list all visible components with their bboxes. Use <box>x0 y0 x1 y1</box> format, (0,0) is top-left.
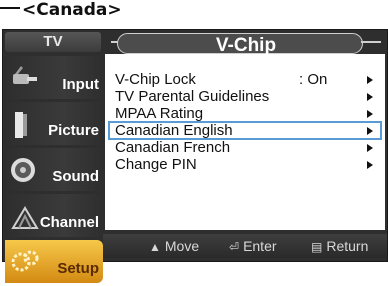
move-hint: ▲︎ Move <box>149 238 200 254</box>
nav-item-label: Sound <box>52 168 99 185</box>
menu-item-mpaa-rating[interactable]: MPAA Rating <box>109 105 381 122</box>
menu-item-label: Canadian French <box>115 139 231 156</box>
menu-item-vchip-lock[interactable]: V-Chip Lock : On <box>109 71 381 88</box>
menu-item-tv-parental-guidelines[interactable]: TV Parental Guidelines <box>109 88 381 105</box>
enter-hint: ⏎ Enter <box>229 238 277 254</box>
nav-item-sound[interactable]: Sound <box>5 148 103 191</box>
tv-osd-menu: TV Input Picture Sound Channel Setup V-C… <box>2 29 388 283</box>
arrow-right-icon <box>367 93 373 101</box>
nav-item-label: Picture <box>48 122 99 139</box>
main-nav: Input Picture Sound Channel Setup <box>5 56 103 286</box>
return-hint: ▤ Return <box>311 238 369 254</box>
menu-item-value: : On <box>299 71 328 88</box>
updown-arrows-icon: ▲︎ <box>149 240 161 254</box>
button-hint-bar: ▲︎ Move ⏎ Enter ▤ Return <box>103 234 387 258</box>
arrow-right-icon <box>367 144 373 152</box>
nav-item-label: Channel <box>39 214 99 231</box>
menu-title-bar: V-Chip <box>111 31 381 56</box>
nav-item-label: Input <box>62 76 99 93</box>
arrow-right-icon <box>367 110 373 118</box>
arrow-right-icon <box>367 127 373 135</box>
satellite-dish-icon <box>9 200 41 232</box>
corner-bracket-line <box>0 7 20 9</box>
menu-item-label: Change PIN <box>115 156 197 173</box>
arrow-right-icon <box>367 76 373 84</box>
speaker-icon <box>9 154 41 186</box>
page-heading: <Canada> <box>22 0 122 20</box>
enter-key-icon: ⏎ <box>229 240 240 254</box>
menu-item-label: TV Parental Guidelines <box>115 88 270 105</box>
menu-item-label: Canadian English <box>115 122 233 139</box>
picture-icon <box>9 108 41 140</box>
menu-item-label: V-Chip Lock <box>115 71 196 88</box>
nav-item-label: Setup <box>57 260 99 277</box>
antenna-plug-icon <box>9 62 41 94</box>
menu-item-label: MPAA Rating <box>115 105 204 122</box>
arrow-right-icon <box>367 161 373 169</box>
menu-item-canadian-english[interactable]: Canadian English <box>108 121 382 140</box>
nav-header: TV <box>5 32 101 52</box>
vchip-menu: V-Chip Lock : On TV Parental Guidelines … <box>108 71 382 173</box>
menu-item-canadian-french[interactable]: Canadian French <box>109 139 381 156</box>
menu-title: V-Chip <box>215 35 277 56</box>
gear-icon <box>9 246 41 278</box>
nav-item-channel[interactable]: Channel <box>5 194 103 237</box>
nav-item-input[interactable]: Input <box>5 56 103 99</box>
menu-return-icon: ▤ <box>311 240 323 254</box>
nav-item-picture[interactable]: Picture <box>5 102 103 145</box>
menu-item-change-pin[interactable]: Change PIN <box>109 156 381 173</box>
